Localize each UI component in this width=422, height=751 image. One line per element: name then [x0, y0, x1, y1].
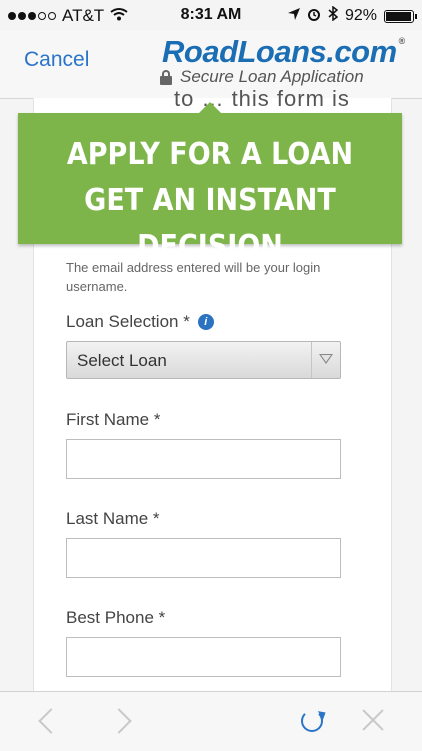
alarm-clock-icon	[307, 7, 321, 26]
info-icon[interactable]: i	[197, 314, 214, 330]
roadloans-logo: RoadLoans.com ®	[162, 34, 405, 70]
select-arrow-box	[311, 342, 340, 378]
reload-button[interactable]	[299, 708, 325, 734]
loan-selection-text: Loan Selection *	[66, 312, 190, 331]
promo-banner: APPLY FOR A LOAN GET AN INSTANT DECISION	[18, 102, 402, 264]
promo-line-decision: GET AN INSTANT DECISION	[84, 183, 336, 264]
email-helper-text: The email address entered will be your l…	[66, 260, 321, 294]
close-icon	[361, 708, 385, 732]
lock-icon	[160, 69, 172, 85]
battery-icon	[384, 9, 417, 23]
location-arrow-icon	[287, 7, 300, 25]
bottom-toolbar	[0, 691, 422, 751]
registered-mark: ®	[398, 36, 406, 46]
last-name-field[interactable]	[66, 538, 341, 578]
best-phone-label: Best Phone *	[66, 608, 166, 627]
status-right: 92%	[287, 5, 417, 26]
last-name-label: Last Name *	[66, 509, 160, 528]
status-bar: AT&T 8:31 AM 92%	[0, 0, 422, 30]
brand-name: RoadLoans.com	[162, 34, 397, 69]
battery-fill	[386, 11, 411, 21]
first-name-field[interactable]	[66, 439, 341, 479]
promo-line-apply: APPLY FOR A LOAN	[66, 137, 354, 172]
close-button[interactable]	[361, 708, 387, 734]
loan-select-value: Select Loan	[77, 351, 167, 370]
forward-arrow-icon	[106, 708, 132, 734]
back-button[interactable]	[34, 708, 64, 734]
back-arrow-icon	[38, 708, 64, 734]
loan-selection-label: Loan Selection * i	[66, 312, 214, 332]
cancel-button[interactable]: Cancel	[24, 48, 89, 72]
forward-button[interactable]	[106, 708, 136, 734]
loan-select[interactable]: Select Loan	[66, 341, 341, 379]
best-phone-field[interactable]	[66, 637, 341, 677]
secure-subtitle: Secure Loan Application	[180, 67, 364, 86]
first-name-label: First Name *	[66, 410, 161, 429]
bluetooth-icon	[328, 5, 339, 26]
secure-application-label: Secure Loan Application	[160, 67, 364, 87]
battery-percent: 92%	[344, 7, 377, 24]
reload-icon	[301, 710, 323, 732]
chevron-down-icon	[319, 354, 333, 364]
